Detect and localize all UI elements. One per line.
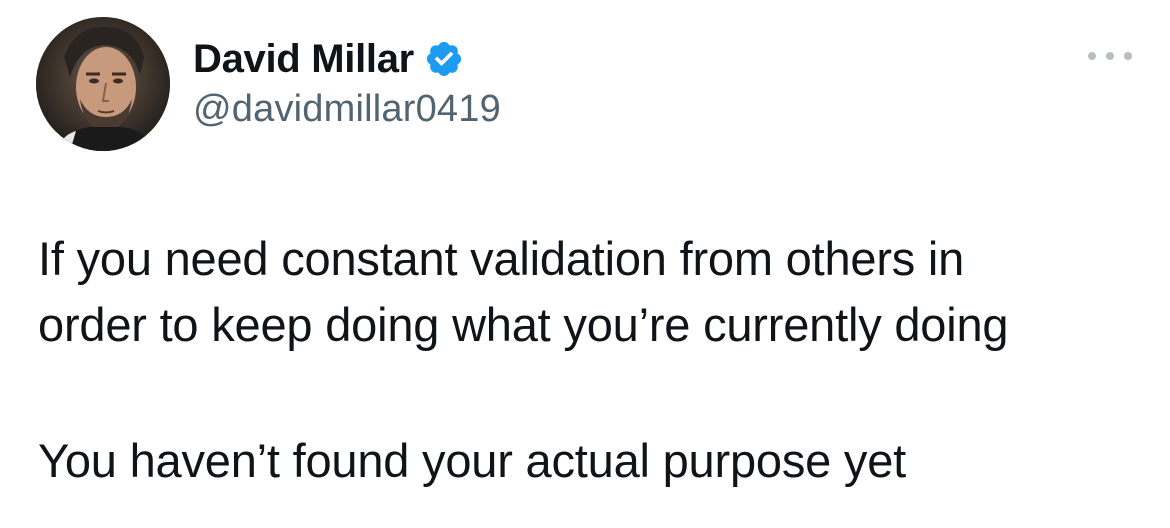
tweet-card: David Millar @davidmillar0419 If you nee… bbox=[0, 0, 1170, 528]
tweet-line: order to keep doing what you’re currentl… bbox=[38, 298, 1009, 351]
author-name-row: David Millar bbox=[193, 34, 464, 84]
tweet-line: You haven’t found your actual purpose ye… bbox=[38, 434, 907, 487]
more-dot bbox=[1106, 52, 1114, 60]
tweet-body: If you need constant validation from oth… bbox=[38, 226, 1148, 494]
author-display-name[interactable]: David Millar bbox=[193, 37, 414, 82]
more-dot bbox=[1124, 52, 1132, 60]
author-avatar[interactable] bbox=[36, 17, 170, 151]
avatar-image bbox=[36, 17, 170, 151]
more-options-icon[interactable] bbox=[1088, 46, 1132, 66]
verified-badge-icon bbox=[424, 39, 464, 79]
more-dot bbox=[1088, 52, 1096, 60]
author-handle[interactable]: @davidmillar0419 bbox=[193, 88, 501, 131]
tweet-line: If you need constant validation from oth… bbox=[38, 232, 965, 285]
